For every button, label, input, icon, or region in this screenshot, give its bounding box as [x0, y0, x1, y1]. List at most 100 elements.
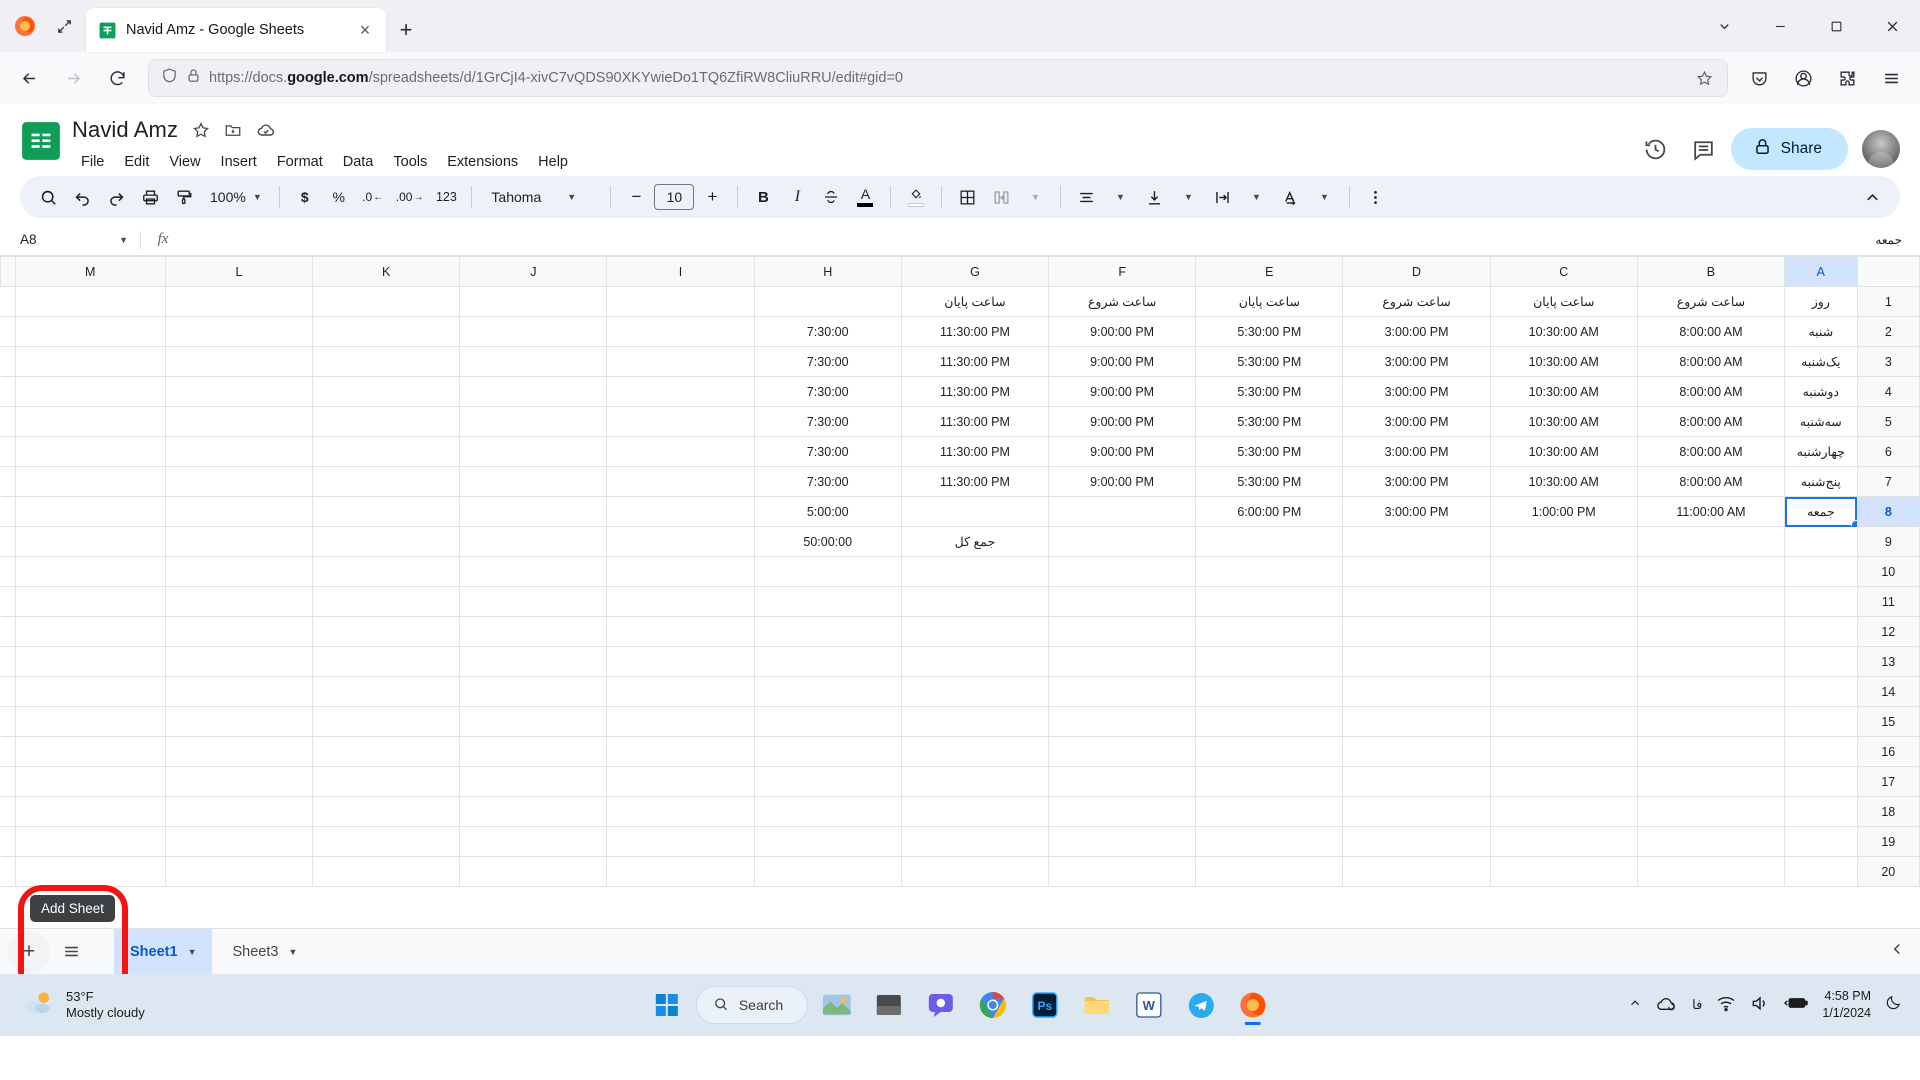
cell-K7[interactable] [312, 466, 461, 497]
horizontal-align-dropdown-icon[interactable]: ▼ [1104, 181, 1136, 213]
cell-L2[interactable] [164, 316, 314, 347]
cell-J6[interactable] [459, 436, 608, 467]
cell-E12[interactable] [1195, 616, 1344, 647]
cell-D15[interactable] [1342, 706, 1491, 737]
cell-H9[interactable]: 50:00:00 [753, 526, 902, 557]
cell-F14[interactable] [1048, 676, 1197, 707]
all-sheets-menu-icon[interactable] [50, 931, 92, 973]
cell-C9[interactable] [1489, 526, 1638, 557]
cell-L3[interactable] [164, 346, 314, 377]
cell-H14[interactable] [753, 676, 902, 707]
cell-I13[interactable] [606, 646, 755, 677]
save-to-pocket-icon[interactable] [1738, 59, 1780, 97]
cell-H13[interactable] [753, 646, 902, 677]
move-to-folder-icon[interactable] [224, 121, 242, 139]
close-window-button[interactable] [1864, 0, 1920, 52]
tab-list-chevron-icon[interactable] [1696, 0, 1752, 52]
cell-B5[interactable]: 8:00:00 AM [1636, 406, 1786, 437]
cell-D4[interactable]: 3:00:00 PM [1342, 376, 1491, 407]
column-header-I[interactable]: I [606, 256, 755, 287]
cell-F4[interactable]: 9:00:00 PM [1048, 376, 1197, 407]
row-header-18[interactable]: 18 [1856, 796, 1920, 827]
cell-A9[interactable] [1784, 526, 1858, 557]
cell-G6[interactable]: 11:30:00 PM [900, 436, 1050, 467]
cell-J14[interactable] [459, 676, 608, 707]
cell-J7[interactable] [459, 466, 608, 497]
text-rotation-dropdown-icon[interactable]: ▼ [1308, 181, 1340, 213]
cell-C6[interactable]: 10:30:00 AM [1489, 436, 1638, 467]
cell-D1[interactable]: ساعت شروع [1342, 286, 1491, 317]
cell-I2[interactable] [606, 316, 755, 347]
cell-B7[interactable]: 8:00:00 AM [1636, 466, 1786, 497]
cell-K1[interactable] [312, 286, 461, 317]
expand-icon[interactable] [42, 0, 86, 52]
cell-H19[interactable] [753, 826, 902, 857]
cell-G19[interactable] [900, 826, 1050, 857]
cell-C14[interactable] [1489, 676, 1638, 707]
cell-L18[interactable] [164, 796, 314, 827]
cell-B11[interactable] [1636, 586, 1786, 617]
cell-I16[interactable] [606, 736, 755, 767]
column-header-B[interactable]: B [1636, 256, 1786, 287]
menu-data[interactable]: Data [334, 150, 383, 174]
cell-A7[interactable]: پنج‌شنبه [1784, 466, 1858, 497]
cell-J17[interactable] [459, 766, 608, 797]
cell-J1[interactable] [459, 286, 608, 317]
chevron-down-icon[interactable]: ▼ [188, 947, 197, 957]
row-header-17[interactable]: 17 [1856, 766, 1920, 797]
cell-J10[interactable] [459, 556, 608, 587]
sheet-tab-sheet3[interactable]: Sheet3 ▼ [216, 929, 313, 975]
row-header-5[interactable]: 5 [1856, 406, 1920, 437]
strikethrough-button[interactable] [815, 181, 847, 213]
column-header-D[interactable]: D [1342, 256, 1491, 287]
increase-font-size-button[interactable]: + [696, 181, 728, 213]
explore-button[interactable] [1888, 940, 1920, 963]
cell-H8[interactable]: 5:00:00 [753, 496, 902, 527]
column-header-F[interactable]: F [1048, 256, 1197, 287]
cell-C13[interactable] [1489, 646, 1638, 677]
cell-K6[interactable] [312, 436, 461, 467]
cell-M2[interactable] [14, 316, 166, 347]
cell-C1[interactable]: ساعت پایان [1489, 286, 1638, 317]
cell-B16[interactable] [1636, 736, 1786, 767]
cell-E11[interactable] [1195, 586, 1344, 617]
cell-E4[interactable]: 5:30:00 PM [1195, 376, 1344, 407]
cell-D7[interactable]: 3:00:00 PM [1342, 466, 1491, 497]
word-icon[interactable]: W [1126, 982, 1172, 1028]
cell-K11[interactable] [312, 586, 461, 617]
row-header-9[interactable]: 9 [1856, 526, 1920, 557]
menu-format[interactable]: Format [268, 150, 332, 174]
maximize-button[interactable] [1808, 0, 1864, 52]
row-header-2[interactable]: 2 [1856, 316, 1920, 347]
cell-E16[interactable] [1195, 736, 1344, 767]
cell-M18[interactable] [14, 796, 166, 827]
cell-D2[interactable]: 3:00:00 PM [1342, 316, 1491, 347]
cell-K16[interactable] [312, 736, 461, 767]
cell-K19[interactable] [312, 826, 461, 857]
menu-file[interactable]: File [72, 150, 113, 174]
cell-C20[interactable] [1489, 856, 1638, 887]
share-button[interactable]: Share [1730, 128, 1848, 170]
cell-C8[interactable]: 1:00:00 PM [1489, 496, 1638, 527]
cell-K4[interactable] [312, 376, 461, 407]
cell-F11[interactable] [1048, 586, 1197, 617]
row-header-19[interactable]: 19 [1856, 826, 1920, 857]
cell-L1[interactable] [164, 286, 314, 317]
decrease-decimal-button[interactable]: .0 ← [357, 181, 389, 213]
menu-help[interactable]: Help [529, 150, 577, 174]
column-header-L[interactable]: L [164, 256, 314, 287]
cell-D16[interactable] [1342, 736, 1491, 767]
cell-I14[interactable] [606, 676, 755, 707]
row-header-8[interactable]: 8 [1856, 496, 1920, 527]
menu-extensions[interactable]: Extensions [438, 150, 527, 174]
menu-insert[interactable]: Insert [212, 150, 266, 174]
cell-M14[interactable] [14, 676, 166, 707]
cell-K12[interactable] [312, 616, 461, 647]
cell-L5[interactable] [164, 406, 314, 437]
cell-D19[interactable] [1342, 826, 1491, 857]
cell-H15[interactable] [753, 706, 902, 737]
back-button[interactable] [8, 59, 50, 97]
cell-H20[interactable] [753, 856, 902, 887]
cell-L15[interactable] [164, 706, 314, 737]
app-menu-icon[interactable] [1870, 59, 1912, 97]
